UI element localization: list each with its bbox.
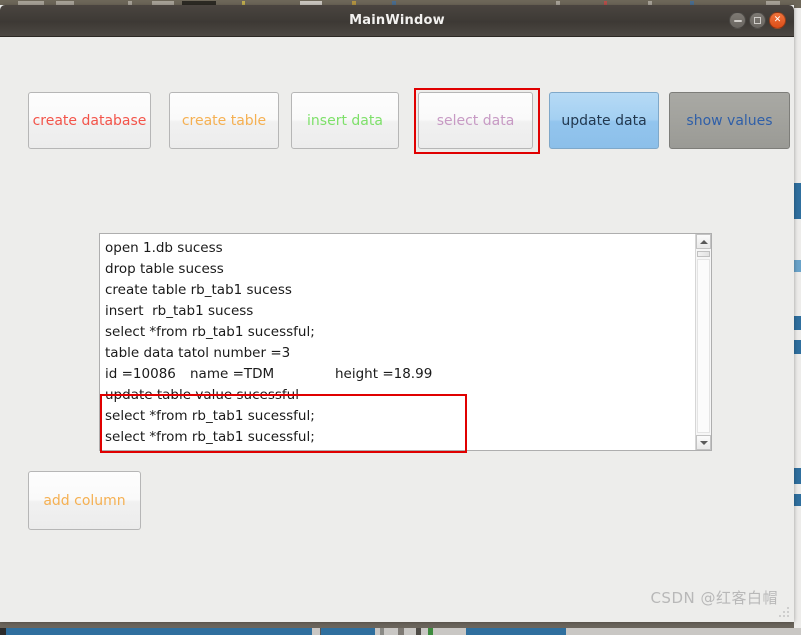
window-title: MainWindow [349,13,445,28]
button-create-database[interactable]: create database [28,92,151,149]
button-update-data[interactable]: update data [549,92,659,149]
log-line: select *from rb_tab1 sucessful; [105,429,315,445]
log-textarea[interactable]: open 1.db sucess drop table sucess create … [99,233,712,451]
log-line: create table rb_tab1 sucess [105,282,292,298]
button-label: insert data [307,112,383,129]
log-line: update table value sucessful [105,387,299,403]
resize-grip[interactable] [779,607,791,619]
button-insert-data[interactable]: insert data [291,92,399,149]
log-line: table data tatol number =3 [105,345,291,361]
scrollbar-thumb[interactable] [697,251,710,257]
log-line: id =10086 name =TDM height =18.99 [105,364,695,385]
maximize-icon [754,17,761,24]
window-content: create database create table insert data se… [0,37,794,622]
scrollbar-track[interactable] [697,259,710,433]
button-add-column[interactable]: add column [28,471,141,530]
close-icon: ✕ [773,15,782,25]
log-scrollbar[interactable] [695,234,711,450]
window-titlebar[interactable]: MainWindow ✕ [0,5,794,37]
button-select-data[interactable]: select data [418,92,533,149]
button-show-values[interactable]: show values [669,92,790,149]
button-label: add column [43,492,126,509]
minimize-icon [733,19,742,22]
scroll-down-button[interactable] [696,435,711,450]
button-label: select data [436,112,515,129]
log-field-height: height =18.99 [335,366,433,382]
log-line: open 1.db sucess [105,240,223,256]
button-label: update data [561,112,647,129]
button-create-table[interactable]: create table [169,92,279,149]
close-button[interactable]: ✕ [769,12,786,29]
maximize-button[interactable] [749,12,766,29]
button-label: create database [32,112,147,129]
chevron-down-icon [699,440,708,445]
log-line: select *from rb_tab1 sucessful; [105,408,315,424]
main-window: MainWindow ✕ create database create table… [0,5,794,622]
scroll-up-button[interactable] [696,234,711,249]
button-label: show values [686,112,773,129]
log-field-name: name =TDM [190,366,275,382]
window-controls: ✕ [729,12,786,29]
button-label: create table [181,112,267,129]
log-line: insert rb_tab1 sucess [105,303,254,319]
log-text-content: open 1.db sucess drop table sucess create … [100,234,695,450]
minimize-button[interactable] [729,12,746,29]
log-field-id: id =10086 [105,366,176,382]
log-line: table data tatol number =3 [105,448,695,450]
desktop-right-edge [794,8,801,635]
watermark-label: CSDN @红客白帽 [650,589,778,607]
log-line: drop table sucess [105,261,224,277]
desktop-taskbar-sliver [0,628,801,635]
chevron-up-icon [699,239,708,244]
log-line: select *from rb_tab1 sucessful; [105,324,315,340]
